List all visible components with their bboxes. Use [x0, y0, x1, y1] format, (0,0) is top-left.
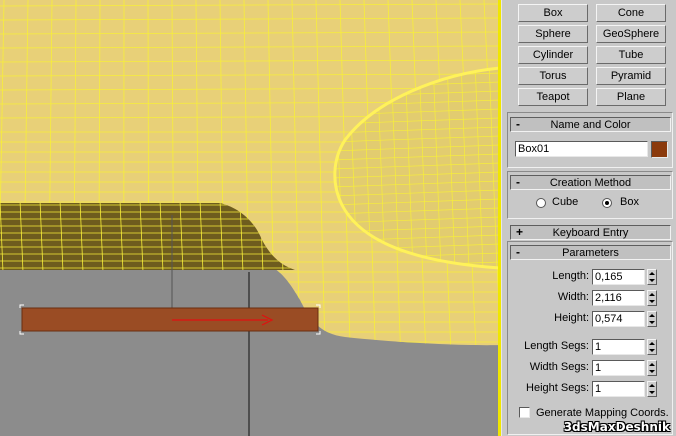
width-segs-spinner[interactable]	[647, 360, 657, 376]
height-spinner[interactable]	[647, 311, 657, 327]
expand-icon: +	[516, 225, 524, 239]
object-name-field[interactable]: Box01	[515, 141, 648, 157]
width-field[interactable]: 2,116	[592, 290, 645, 306]
height-segs-spinner[interactable]	[647, 381, 657, 397]
viewport-perspective[interactable]	[0, 0, 500, 436]
keyboard-entry-header[interactable]: + Keyboard Entry	[510, 225, 671, 240]
cube-radio-label: Cube	[552, 196, 579, 208]
width-segs-label: Width Segs:	[529, 361, 589, 373]
height-segs-label: Height Segs:	[526, 382, 589, 394]
teapot-button[interactable]: Teapot	[518, 88, 588, 106]
box-button[interactable]: Box	[518, 4, 588, 22]
length-segs-spinner[interactable]	[647, 339, 657, 355]
generate-mapping-label: Generate Mapping Coords.	[536, 407, 669, 419]
parameters-header[interactable]: - Parameters	[510, 245, 671, 260]
height-field[interactable]: 0,574	[592, 311, 645, 327]
width-spinner[interactable]	[647, 290, 657, 306]
sphere-button[interactable]: Sphere	[518, 25, 588, 43]
length-label: Length:	[552, 270, 589, 282]
generate-mapping-checkbox[interactable]	[519, 407, 530, 418]
object-color-swatch[interactable]	[651, 141, 668, 158]
height-segs-field[interactable]: 1	[592, 381, 645, 397]
plane-button[interactable]: Plane	[596, 88, 666, 106]
name-color-header[interactable]: - Name and Color	[510, 117, 671, 132]
pyramid-button[interactable]: Pyramid	[596, 67, 666, 85]
box-object[interactable]	[21, 307, 319, 332]
name-color-title: Name and Color	[550, 118, 631, 131]
creation-method-header[interactable]: - Creation Method	[510, 175, 671, 190]
tube-button[interactable]: Tube	[596, 46, 666, 64]
box-radio[interactable]	[602, 198, 612, 208]
length-segs-field[interactable]: 1	[592, 339, 645, 355]
collapse-icon: -	[516, 175, 520, 189]
length-field[interactable]: 0,165	[592, 269, 645, 285]
geosphere-button[interactable]: GeoSphere	[596, 25, 666, 43]
keyboard-entry-title: Keyboard Entry	[552, 226, 629, 239]
creation-method-title: Creation Method	[549, 176, 632, 189]
collapse-icon: -	[516, 245, 520, 259]
command-panel: Box Cone Sphere GeoSphere Cylinder Tube …	[501, 0, 676, 436]
viewport-scene	[0, 0, 500, 436]
width-segs-field[interactable]: 1	[592, 360, 645, 376]
width-label: Width:	[557, 291, 589, 303]
length-spinner[interactable]	[647, 269, 657, 285]
box-radio-label: Box	[620, 196, 639, 208]
length-segs-label: Length Segs:	[524, 340, 589, 352]
height-label: Height:	[554, 312, 589, 324]
watermark-logo: 3dsMaxDeshnik	[563, 420, 670, 434]
cone-button[interactable]: Cone	[596, 4, 666, 22]
collapse-icon: -	[516, 117, 520, 131]
cube-radio[interactable]	[536, 198, 546, 208]
torus-button[interactable]: Torus	[518, 67, 588, 85]
parameters-title: Parameters	[562, 246, 619, 259]
cylinder-button[interactable]: Cylinder	[518, 46, 588, 64]
